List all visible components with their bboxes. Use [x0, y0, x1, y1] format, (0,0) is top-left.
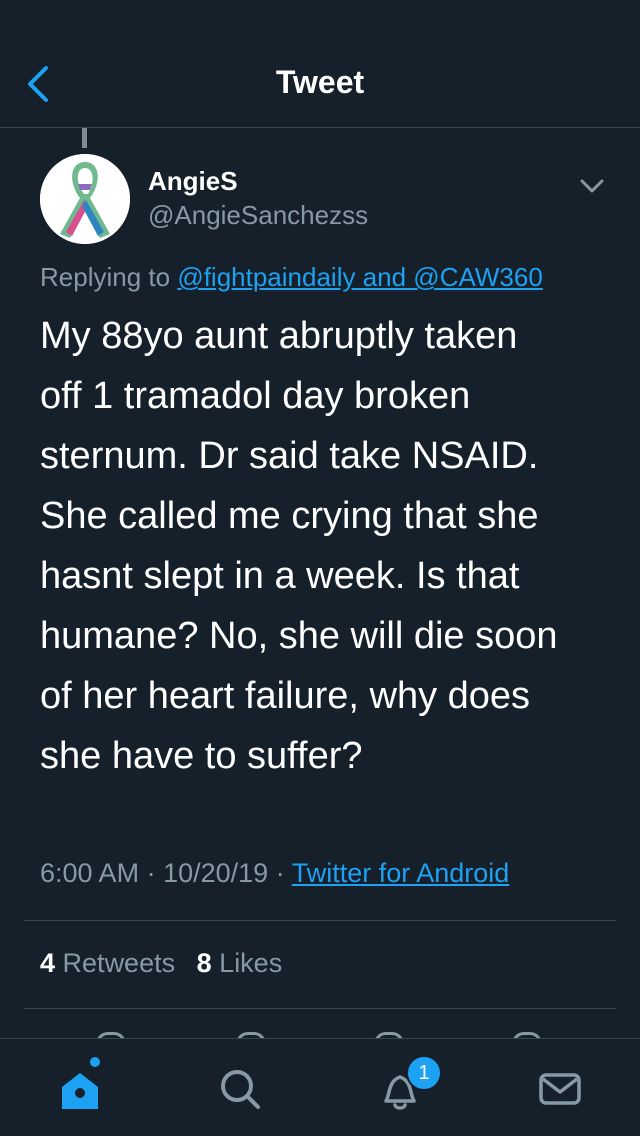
divider — [24, 1008, 616, 1009]
page-title: Tweet — [275, 64, 365, 100]
likes-stat[interactable]: 8 Likes — [197, 948, 283, 978]
retweets-label: Retweets — [62, 948, 176, 978]
author-display-name[interactable]: AngieS — [148, 166, 238, 197]
author-handle[interactable]: @AngieSanchezss — [148, 200, 368, 231]
notification-count-badge: 1 — [406, 1055, 442, 1091]
search-icon — [221, 1070, 260, 1109]
tab-home[interactable] — [52, 1061, 108, 1117]
tab-messages[interactable] — [532, 1061, 588, 1117]
replying-to-line: Replying to @fightpaindaily and @CAW360 — [40, 262, 543, 293]
chevron-down-icon — [580, 179, 604, 193]
tweet-detail-screen: Tweet AngieS @AngieSanchezss Replying to… — [0, 0, 640, 1136]
home-new-content-dot — [90, 1057, 100, 1067]
retweets-stat[interactable]: 4 Retweets — [40, 948, 175, 978]
replying-to-label: Replying to — [40, 262, 171, 292]
tab-search[interactable] — [212, 1061, 268, 1117]
home-icon — [62, 1073, 98, 1109]
meta-separator: · — [146, 858, 164, 888]
divider — [24, 920, 616, 921]
awareness-ribbon-icon — [40, 154, 130, 244]
thread-connector-line — [82, 128, 87, 148]
bottom-tab-bar: 1 — [0, 1038, 640, 1136]
meta-separator: · — [275, 858, 292, 888]
likes-label: Likes — [219, 948, 283, 978]
retweets-count: 4 — [40, 948, 56, 978]
tweet-source-link[interactable]: Twitter for Android — [292, 858, 510, 888]
tweet-time: 6:00 AM — [40, 858, 140, 888]
tweet-timestamp-line: 6:00 AM · 10/20/19 · Twitter for Android — [40, 858, 509, 889]
reply-mentions-link[interactable]: @fightpaindaily and @CAW360 — [177, 262, 542, 292]
top-nav-bar: Tweet — [0, 0, 640, 128]
tweet-stats: 4 Retweets 8 Likes — [40, 948, 296, 979]
avatar[interactable] — [40, 154, 130, 244]
tweet-options-button[interactable] — [574, 168, 610, 204]
messages-envelope-icon — [539, 1073, 581, 1105]
likes-count: 8 — [196, 948, 212, 978]
tweet-date: 10/20/19 — [163, 858, 269, 888]
tweet-body-text: My 88yo aunt abruptly taken off 1 tramad… — [40, 315, 558, 777]
